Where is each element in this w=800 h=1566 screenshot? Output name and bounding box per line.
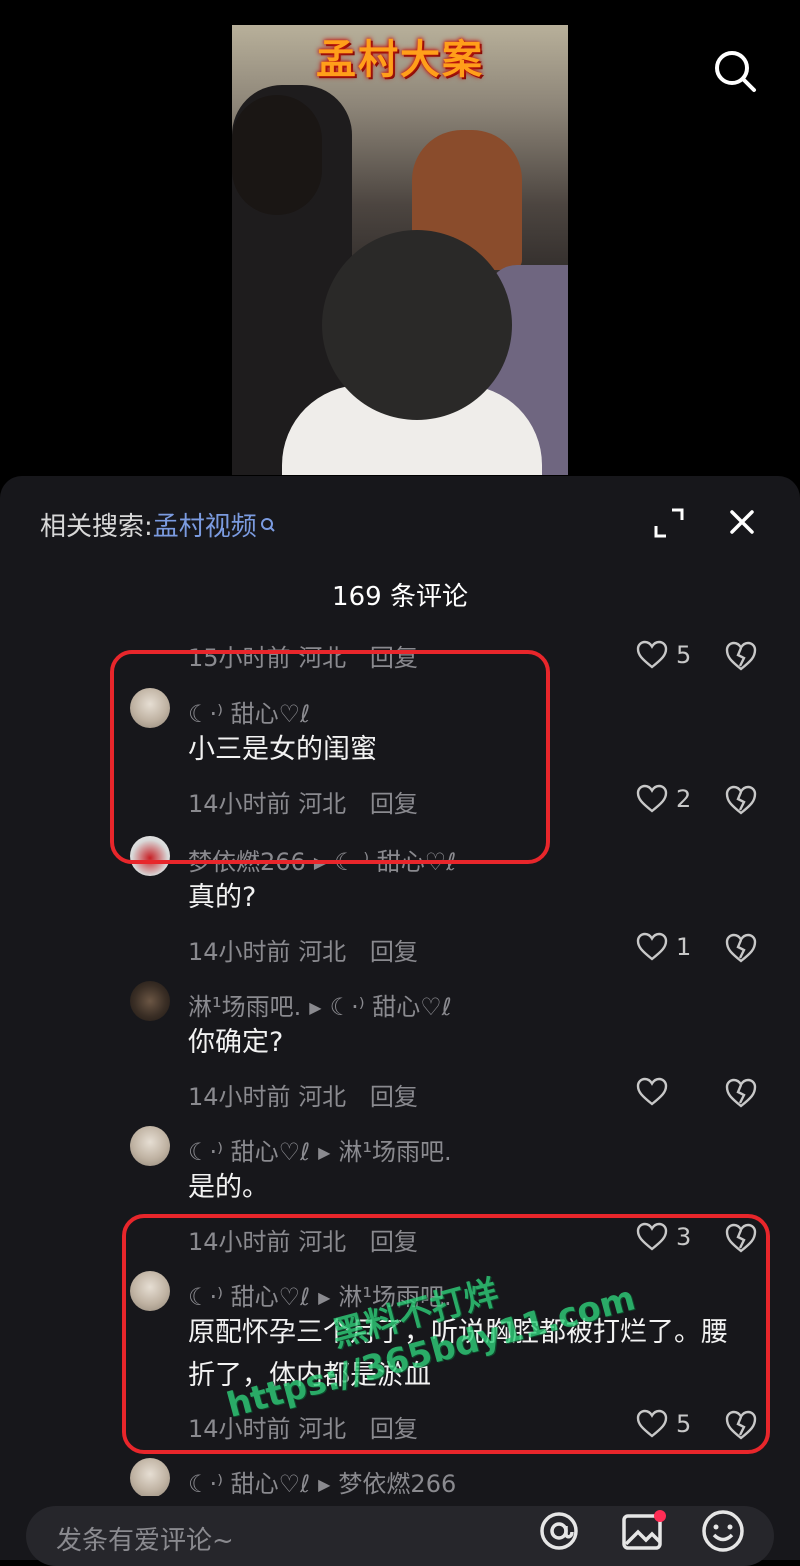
reply-to-name[interactable]: ☾·⁾ 甜心♡ℓ bbox=[330, 993, 452, 1021]
reply-arrow-icon: ▶ bbox=[318, 1288, 331, 1307]
comment-region: 河北 bbox=[298, 790, 347, 818]
reply-button[interactable]: 回复 bbox=[370, 1415, 418, 1443]
comment-author[interactable]: ☾·⁾ 甜心♡ℓ ▶ 梦依燃266 bbox=[188, 1464, 456, 1499]
comment-region: 河北 bbox=[298, 1083, 347, 1111]
at-mention-icon[interactable] bbox=[536, 1508, 582, 1554]
author-name[interactable]: ☾·⁾ 甜心♡ℓ bbox=[188, 1138, 310, 1166]
emoji-icon[interactable] bbox=[700, 1508, 746, 1554]
dislike-icon[interactable] bbox=[724, 1222, 758, 1254]
like-button[interactable]: 1 bbox=[636, 930, 691, 964]
close-icon[interactable] bbox=[724, 504, 760, 540]
reply-button[interactable]: 回复 bbox=[370, 938, 418, 966]
related-search-label: 相关搜索: bbox=[40, 512, 153, 542]
comment-time: 14小时前 bbox=[188, 938, 291, 966]
comment-region: 河北 bbox=[298, 938, 347, 966]
avatar[interactable] bbox=[130, 836, 170, 876]
avatar[interactable] bbox=[130, 981, 170, 1021]
expand-icon[interactable] bbox=[652, 506, 686, 540]
dislike-icon[interactable] bbox=[724, 1077, 758, 1109]
reply-to-name[interactable]: ☾·⁾ 甜心♡ℓ bbox=[334, 848, 456, 876]
related-search-keyword[interactable]: 孟村视频 bbox=[153, 512, 257, 542]
like-count: 1 bbox=[676, 933, 692, 961]
avatar[interactable] bbox=[130, 1458, 170, 1498]
comment-region: 河北 bbox=[298, 644, 347, 672]
search-icon[interactable] bbox=[710, 46, 760, 96]
heart-icon bbox=[636, 1222, 668, 1251]
heart-icon bbox=[636, 932, 668, 961]
reply-arrow-icon: ▶ bbox=[313, 853, 327, 872]
heart-icon bbox=[636, 1409, 668, 1438]
comment-time: 14小时前 bbox=[188, 790, 291, 818]
comment-region: 河北 bbox=[298, 1415, 347, 1443]
comment-author[interactable]: 梦依燃266 ▶ ☾·⁾ 甜心♡ℓ bbox=[188, 842, 456, 877]
author-name[interactable]: ☾·⁾ 甜心♡ℓ bbox=[188, 1283, 310, 1311]
comment-count: 169 条评论 bbox=[332, 582, 468, 612]
video-player[interactable]: 孟村大案 bbox=[232, 25, 568, 475]
video-figure bbox=[322, 230, 512, 420]
comment-meta: 14小时前 河北 回复 bbox=[188, 1077, 418, 1112]
reply-arrow-icon: ▶ bbox=[309, 998, 322, 1017]
comment-text: 是的。 bbox=[188, 1172, 269, 1203]
comment-meta: 14小时前 河北 回复 bbox=[188, 1222, 418, 1257]
like-count: 2 bbox=[676, 785, 692, 813]
reply-button[interactable]: 回复 bbox=[370, 1083, 418, 1111]
reply-button[interactable]: 回复 bbox=[370, 644, 418, 672]
like-button[interactable]: 2 bbox=[636, 782, 691, 816]
heart-icon bbox=[636, 1077, 668, 1106]
comment-author[interactable]: ☾·⁾ 甜心♡ℓ ▶ 淋¹场雨吧. bbox=[188, 1132, 452, 1167]
comment-input-placeholder: 发条有爱评论~ bbox=[56, 1526, 234, 1556]
avatar[interactable] bbox=[130, 1271, 170, 1311]
comment-time: 14小时前 bbox=[188, 1228, 291, 1256]
comment-region: 河北 bbox=[298, 1228, 347, 1256]
reply-button[interactable]: 回复 bbox=[370, 790, 418, 818]
dislike-icon[interactable] bbox=[724, 1409, 758, 1441]
dislike-icon[interactable] bbox=[724, 640, 758, 672]
like-count: 5 bbox=[676, 1410, 692, 1438]
like-button[interactable]: 5 bbox=[636, 638, 691, 672]
reply-to-name[interactable]: 梦依燃266 bbox=[338, 1470, 456, 1498]
author-name[interactable]: 淋¹场雨吧. bbox=[188, 993, 301, 1021]
reply-to-name[interactable]: 淋¹场雨吧. bbox=[338, 1138, 451, 1166]
comment-text: 真的? bbox=[188, 882, 257, 913]
related-search[interactable]: 相关搜索:孟村视频 bbox=[40, 506, 276, 543]
comment-meta: 14小时前 河北 回复 bbox=[188, 784, 418, 819]
comment-author[interactable]: 淋¹场雨吧. ▶ ☾·⁾ 甜心♡ℓ bbox=[188, 987, 452, 1022]
comment-text: 你确定? bbox=[188, 1027, 284, 1058]
reply-arrow-icon: ▶ bbox=[318, 1143, 331, 1162]
video-title: 孟村大案 bbox=[316, 37, 484, 83]
comment-time: 15小时前 bbox=[188, 644, 291, 672]
comment-meta: 15小时前 河北 回复 bbox=[188, 638, 418, 673]
comment-text: 小三是女的闺蜜 bbox=[188, 734, 377, 765]
reply-button[interactable]: 回复 bbox=[370, 1228, 418, 1256]
like-button[interactable] bbox=[636, 1075, 676, 1109]
comment-input-bar: 发条有爱评论~ bbox=[0, 1496, 800, 1566]
like-button[interactable]: 3 bbox=[636, 1220, 691, 1254]
comment-time: 14小时前 bbox=[188, 1083, 291, 1111]
video-figure bbox=[232, 95, 322, 215]
comment-meta: 14小时前 河北 回复 bbox=[188, 932, 418, 967]
author-name[interactable]: 梦依燃266 bbox=[188, 848, 306, 876]
heart-icon bbox=[636, 784, 668, 813]
avatar[interactable] bbox=[130, 1126, 170, 1166]
image-icon[interactable] bbox=[620, 1508, 666, 1554]
dislike-icon[interactable] bbox=[724, 932, 758, 964]
comment-sheet: 相关搜索:孟村视频 169 条评论 15小时前 河北 回复 5 ☾·⁾ 甜心♡ℓ… bbox=[0, 476, 800, 1560]
heart-icon bbox=[636, 640, 668, 669]
comment-meta: 14小时前 河北 回复 bbox=[188, 1409, 418, 1444]
author-name[interactable]: ☾·⁾ 甜心♡ℓ bbox=[188, 1470, 310, 1498]
like-count: 3 bbox=[676, 1223, 692, 1251]
avatar[interactable] bbox=[130, 688, 170, 728]
reply-arrow-icon: ▶ bbox=[318, 1475, 331, 1494]
dislike-icon[interactable] bbox=[724, 784, 758, 816]
like-button[interactable]: 5 bbox=[636, 1407, 691, 1441]
comment-author[interactable]: ☾·⁾ 甜心♡ℓ bbox=[188, 694, 310, 729]
like-count: 5 bbox=[676, 641, 692, 669]
search-small-icon bbox=[260, 518, 275, 532]
